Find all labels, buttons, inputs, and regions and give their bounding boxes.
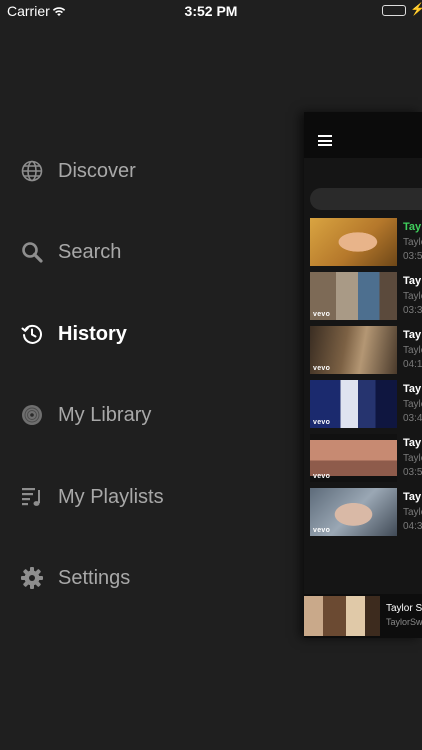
- video-thumbnail: [310, 218, 397, 266]
- menu-label-playlists: My Playlists: [58, 485, 164, 508]
- video-artist: Taylo: [403, 507, 422, 518]
- video-title: Tay: [403, 491, 422, 503]
- video-duration: 03:4: [403, 413, 422, 424]
- search-field[interactable]: [310, 188, 422, 210]
- video-thumbnail: vevo: [310, 488, 397, 536]
- now-playing-artist: TaylorSwi: [386, 617, 422, 627]
- vevo-badge: vevo: [313, 311, 331, 318]
- menu-label-discover: Discover: [58, 159, 136, 182]
- menu-item-playlists[interactable]: My Playlists: [20, 477, 280, 517]
- vevo-badge: vevo: [313, 365, 331, 372]
- now-playing-thumbnail: [304, 596, 380, 636]
- menu-item-settings[interactable]: Settings: [20, 558, 280, 598]
- video-artist: Taylo: [403, 399, 422, 410]
- menu-item-search[interactable]: Search: [20, 232, 280, 272]
- video-artist: Taylo: [403, 453, 422, 464]
- menu-label-library: My Library: [58, 403, 152, 426]
- video-duration: 04:1: [403, 359, 422, 370]
- menu-item-discover[interactable]: Discover: [20, 151, 280, 191]
- panel-header: [304, 112, 422, 158]
- video-row[interactable]: vevo Tay Taylo 04:1: [310, 326, 422, 376]
- playlist-icon: [20, 485, 44, 509]
- now-playing-title: Taylor S: [386, 603, 422, 614]
- video-row[interactable]: vevo Tay Taylo 04:3: [310, 488, 422, 538]
- vevo-badge: vevo: [313, 473, 331, 480]
- menu-label-search: Search: [58, 240, 122, 263]
- video-title: Tay: [403, 221, 422, 233]
- video-title: Tay: [403, 275, 422, 287]
- globe-icon: [20, 159, 44, 183]
- menu-item-history[interactable]: History: [20, 314, 280, 354]
- video-artist: Taylo: [403, 291, 422, 302]
- video-title: Tay: [403, 437, 422, 449]
- video-row[interactable]: vevo Tay Taylo 03:3: [310, 272, 422, 322]
- clock: 3:52 PM: [184, 3, 238, 19]
- content-panel[interactable]: Tay Taylo 03:5 vevo Tay Taylo 03:3 vevo …: [304, 112, 422, 638]
- video-duration: 03:5: [403, 467, 422, 478]
- disc-icon: [20, 403, 44, 427]
- video-artist: Taylo: [403, 345, 422, 356]
- vevo-badge: vevo: [313, 527, 331, 534]
- video-artist: Taylo: [403, 237, 422, 248]
- menu-label-history: History: [58, 322, 127, 345]
- video-thumbnail: vevo: [310, 326, 397, 374]
- menu-item-library[interactable]: My Library: [20, 395, 280, 435]
- video-duration: 03:5: [403, 251, 422, 262]
- video-title: Tay: [403, 383, 422, 395]
- video-thumbnail: vevo: [310, 272, 397, 320]
- history-icon: [20, 322, 44, 346]
- status-bar: Carrier 3:52 PM ⚡: [0, 0, 422, 22]
- video-thumbnail: vevo: [310, 434, 397, 482]
- battery-icon: [382, 5, 406, 16]
- video-row[interactable]: Tay Taylo 03:5: [310, 218, 422, 268]
- now-playing-bar[interactable]: Taylor S TaylorSwi: [304, 594, 422, 638]
- hamburger-menu-icon[interactable]: [318, 135, 332, 146]
- gear-icon: [20, 566, 44, 590]
- video-row[interactable]: vevo Tay Taylo 03:5: [310, 434, 422, 484]
- menu-label-settings: Settings: [58, 566, 131, 589]
- video-duration: 04:3: [403, 521, 422, 532]
- charging-icon: ⚡: [410, 2, 422, 16]
- video-duration: 03:3: [403, 305, 422, 316]
- video-row[interactable]: vevo Tay Taylo 03:4: [310, 380, 422, 430]
- search-icon: [20, 240, 44, 264]
- vevo-badge: vevo: [313, 419, 331, 426]
- video-thumbnail: vevo: [310, 380, 397, 428]
- video-title: Tay: [403, 329, 422, 341]
